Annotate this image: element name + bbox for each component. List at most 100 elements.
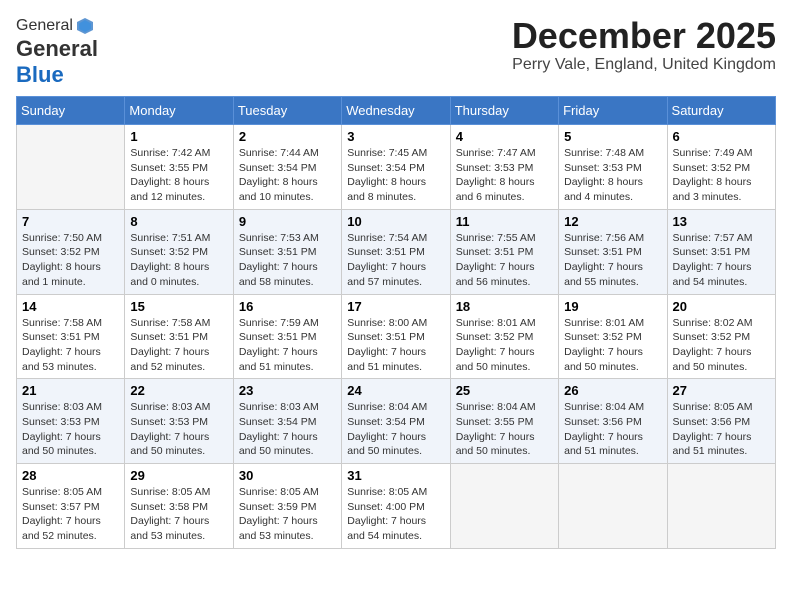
- calendar-header-monday: Monday: [125, 97, 233, 125]
- day-info: Sunrise: 8:05 AMSunset: 3:57 PMDaylight:…: [22, 485, 119, 544]
- calendar-cell: 18 Sunrise: 8:01 AMSunset: 3:52 PMDayligh…: [450, 294, 558, 379]
- day-number: 4: [456, 129, 553, 144]
- day-number: 22: [130, 383, 227, 398]
- day-number: 30: [239, 468, 336, 483]
- location: Perry Vale, England, United Kingdom: [512, 56, 776, 74]
- day-number: 26: [564, 383, 661, 398]
- day-number: 13: [673, 214, 770, 229]
- day-info: Sunrise: 8:04 AMSunset: 3:54 PMDaylight:…: [347, 400, 444, 459]
- calendar-cell: 28 Sunrise: 8:05 AMSunset: 3:57 PMDayligh…: [17, 464, 125, 549]
- calendar-cell: 17 Sunrise: 8:00 AMSunset: 3:51 PMDayligh…: [342, 294, 450, 379]
- day-info: Sunrise: 7:45 AMSunset: 3:54 PMDaylight:…: [347, 146, 444, 205]
- calendar-cell: 22 Sunrise: 8:03 AMSunset: 3:53 PMDayligh…: [125, 379, 233, 464]
- calendar-cell: 12 Sunrise: 7:56 AMSunset: 3:51 PMDayligh…: [559, 209, 667, 294]
- day-info: Sunrise: 7:51 AMSunset: 3:52 PMDaylight:…: [130, 231, 227, 290]
- calendar-cell: 5 Sunrise: 7:48 AMSunset: 3:53 PMDaylight…: [559, 125, 667, 210]
- calendar-header-sunday: Sunday: [17, 97, 125, 125]
- calendar-header-tuesday: Tuesday: [233, 97, 341, 125]
- calendar-cell: [559, 464, 667, 549]
- calendar-cell: 16Sunrise: 7:59 AMSunset: 3:51 PMDayligh…: [233, 294, 341, 379]
- logo-blue-label: Blue: [16, 62, 64, 87]
- calendar-cell: 14 Sunrise: 7:58 AMSunset: 3:51 PMDayligh…: [17, 294, 125, 379]
- calendar-cell: 21Sunrise: 8:03 AMSunset: 3:53 PMDayligh…: [17, 379, 125, 464]
- calendar-cell: 15 Sunrise: 7:58 AMSunset: 3:51 PMDayligh…: [125, 294, 233, 379]
- calendar-header-saturday: Saturday: [667, 97, 775, 125]
- day-info: Sunrise: 7:57 AMSunset: 3:51 PMDaylight:…: [673, 231, 770, 290]
- day-number: 23: [239, 383, 336, 398]
- day-number: 28: [22, 468, 119, 483]
- calendar-header-thursday: Thursday: [450, 97, 558, 125]
- calendar-cell: 13 Sunrise: 7:57 AMSunset: 3:51 PMDayligh…: [667, 209, 775, 294]
- day-number: 19: [564, 299, 661, 314]
- calendar-header-wednesday: Wednesday: [342, 97, 450, 125]
- day-number: 10: [347, 214, 444, 229]
- day-number: 20: [673, 299, 770, 314]
- calendar-week-row: 1Sunrise: 7:42 AMSunset: 3:55 PMDaylight…: [17, 125, 776, 210]
- logo-icon: [75, 16, 95, 36]
- calendar-week-row: 21 Sunrise: 8:03 AMSunset: 3:53 PMDayligh…: [17, 379, 776, 464]
- calendar-week-row: 28 Sunrise: 8:05 AMSunset: 3:57 PMDayligh…: [17, 464, 776, 549]
- calendar-cell: 27 Sunrise: 8:05 AMSunset: 3:56 PMDayligh…: [667, 379, 775, 464]
- day-info: Sunrise: 8:03 AMSunset: 3:53 PMDaylight:…: [130, 400, 227, 459]
- day-info: Sunrise: 7:49 AMSunset: 3:52 PMDaylight:…: [673, 146, 770, 205]
- day-number: 5: [564, 129, 661, 144]
- day-number: 3: [347, 129, 444, 144]
- calendar-cell: 8 Sunrise: 7:51 AMSunset: 3:52 PMDaylight…: [125, 209, 233, 294]
- day-number: 6: [673, 129, 770, 144]
- day-number: 15: [130, 299, 227, 314]
- calendar-cell: 4 Sunrise: 7:47 AMSunset: 3:53 PMDaylight…: [450, 125, 558, 210]
- day-info: Sunrise: 8:04 AMSunset: 3:56 PMDaylight:…: [564, 400, 661, 459]
- day-number: 27: [673, 383, 770, 398]
- day-number: 21: [22, 383, 119, 398]
- calendar-cell: 1Sunrise: 7:42 AMSunset: 3:55 PMDaylight…: [125, 125, 233, 210]
- day-info: Sunrise: 8:05 AMSunset: 3:58 PMDaylight:…: [130, 485, 227, 544]
- day-number: 14: [22, 299, 119, 314]
- day-info: Sunrise: 8:01 AMSunset: 3:52 PMDaylight:…: [456, 316, 553, 375]
- day-info: Sunrise: 7:54 AMSunset: 3:51 PMDaylight:…: [347, 231, 444, 290]
- day-number: 17: [347, 299, 444, 314]
- calendar-cell: [450, 464, 558, 549]
- day-info: Sunrise: 7:47 AMSunset: 3:53 PMDaylight:…: [456, 146, 553, 205]
- day-info: Sunrise: 7:58 AMSunset: 3:51 PMDaylight:…: [22, 316, 119, 375]
- day-info: Sunrise: 8:05 AMSunset: 4:00 PMDaylight:…: [347, 485, 444, 544]
- day-number: 24: [347, 383, 444, 398]
- calendar-cell: 26 Sunrise: 8:04 AMSunset: 3:56 PMDayligh…: [559, 379, 667, 464]
- day-number: 7: [22, 214, 119, 229]
- day-info: Sunrise: 7:59 AMSunset: 3:51 PMDaylight:…: [239, 316, 336, 375]
- calendar-cell: [17, 125, 125, 210]
- logo: General General Blue: [16, 16, 98, 88]
- calendar-cell: 10 Sunrise: 7:54 AMSunset: 3:51 PMDayligh…: [342, 209, 450, 294]
- day-info: Sunrise: 7:56 AMSunset: 3:51 PMDaylight:…: [564, 231, 661, 290]
- day-number: 11: [456, 214, 553, 229]
- day-number: 1: [130, 129, 227, 144]
- day-info: Sunrise: 7:58 AMSunset: 3:51 PMDaylight:…: [130, 316, 227, 375]
- calendar-cell: 24 Sunrise: 8:04 AMSunset: 3:54 PMDayligh…: [342, 379, 450, 464]
- calendar-cell: 11 Sunrise: 7:55 AMSunset: 3:51 PMDayligh…: [450, 209, 558, 294]
- calendar-table: SundayMondayTuesdayWednesdayThursdayFrid…: [16, 96, 776, 549]
- day-info: Sunrise: 8:05 AMSunset: 3:59 PMDaylight:…: [239, 485, 336, 544]
- calendar-cell: 30 Sunrise: 8:05 AMSunset: 3:59 PMDayligh…: [233, 464, 341, 549]
- calendar-header-row: SundayMondayTuesdayWednesdayThursdayFrid…: [17, 97, 776, 125]
- day-number: 12: [564, 214, 661, 229]
- calendar-header-friday: Friday: [559, 97, 667, 125]
- calendar-cell: 31Sunrise: 8:05 AMSunset: 4:00 PMDayligh…: [342, 464, 450, 549]
- calendar-cell: 3 Sunrise: 7:45 AMSunset: 3:54 PMDaylight…: [342, 125, 450, 210]
- day-info: Sunrise: 8:01 AMSunset: 3:52 PMDaylight:…: [564, 316, 661, 375]
- day-info: Sunrise: 7:55 AMSunset: 3:51 PMDaylight:…: [456, 231, 553, 290]
- day-number: 8: [130, 214, 227, 229]
- day-number: 2: [239, 129, 336, 144]
- calendar-cell: 29Sunrise: 8:05 AMSunset: 3:58 PMDayligh…: [125, 464, 233, 549]
- logo-general-label: General: [16, 36, 98, 62]
- calendar-week-row: 14 Sunrise: 7:58 AMSunset: 3:51 PMDayligh…: [17, 294, 776, 379]
- day-number: 18: [456, 299, 553, 314]
- month-title: December 2025: [512, 16, 776, 56]
- title-block: December 2025 Perry Vale, England, Unite…: [512, 16, 776, 74]
- calendar-cell: 7Sunrise: 7:50 AMSunset: 3:52 PMDaylight…: [17, 209, 125, 294]
- page-header: General General Blue December 2025 Perry…: [16, 16, 776, 88]
- day-info: Sunrise: 8:05 AMSunset: 3:56 PMDaylight:…: [673, 400, 770, 459]
- day-info: Sunrise: 7:48 AMSunset: 3:53 PMDaylight:…: [564, 146, 661, 205]
- calendar-week-row: 7Sunrise: 7:50 AMSunset: 3:52 PMDaylight…: [17, 209, 776, 294]
- day-info: Sunrise: 8:00 AMSunset: 3:51 PMDaylight:…: [347, 316, 444, 375]
- calendar-cell: 25Sunrise: 8:04 AMSunset: 3:55 PMDayligh…: [450, 379, 558, 464]
- day-number: 25: [456, 383, 553, 398]
